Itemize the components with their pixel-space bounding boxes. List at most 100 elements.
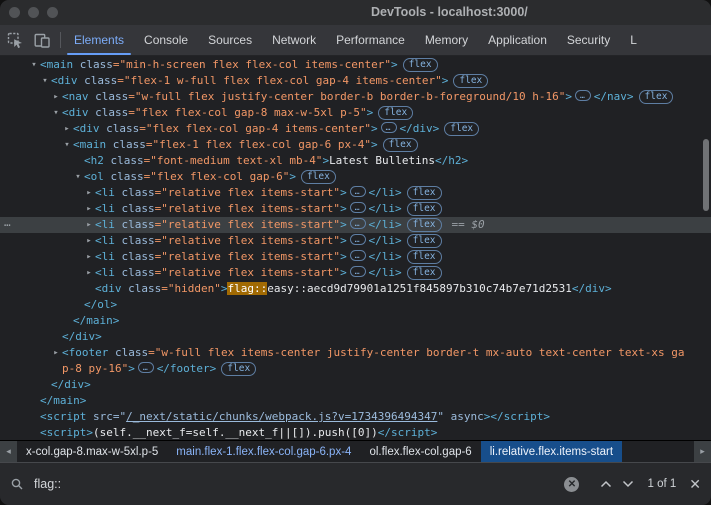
flex-badge[interactable]: flex xyxy=(382,138,418,152)
dom-token-tag: <li xyxy=(95,186,115,199)
dom-tree-row[interactable]: <script>(self.__next_f=self.__next_f||[]… xyxy=(0,425,711,440)
next-match-button[interactable] xyxy=(617,475,639,493)
inline-expand-button[interactable]: … xyxy=(349,250,366,261)
breadcrumb-item[interactable]: ol.flex.flex-col.gap-6 xyxy=(360,441,480,462)
dom-tree-row[interactable]: ▸ <li class="relative flex items-start">…… xyxy=(0,265,711,281)
tab-l[interactable]: L xyxy=(620,25,647,55)
dom-token-val: ="min-h-screen flex flex-col items-cente… xyxy=(112,58,392,71)
breadcrumb-item[interactable]: main.flex-1.flex.flex-col.gap-6.px-4 xyxy=(167,441,360,462)
expand-arrow-icon[interactable]: ▸ xyxy=(84,217,94,233)
traffic-light-minimize[interactable] xyxy=(28,7,39,18)
tab-network[interactable]: Network xyxy=(262,25,326,55)
dom-token-val: ="flex-1 w-full flex flex-col gap-4 item… xyxy=(117,74,442,87)
dom-tree-row[interactable]: <div class="hidden">flag::easy::aecd9d79… xyxy=(0,281,711,297)
dom-tree-row[interactable]: </div> xyxy=(0,377,711,393)
collapse-arrow-icon[interactable]: ▾ xyxy=(73,169,83,185)
tab-memory[interactable]: Memory xyxy=(415,25,478,55)
tab-performance[interactable]: Performance xyxy=(326,25,415,55)
dom-tree-row[interactable]: </main> xyxy=(0,313,711,329)
dom-tree-row[interactable]: ▾ <div class="flex-1 w-full flex flex-col… xyxy=(0,73,711,89)
inline-expand-button[interactable]: … xyxy=(349,218,366,229)
tab-application[interactable]: Application xyxy=(478,25,557,55)
dom-token-tag: <nav xyxy=(62,90,89,103)
expand-arrow-icon[interactable]: ▸ xyxy=(84,233,94,249)
close-search-icon[interactable]: ✕ xyxy=(689,477,701,491)
dom-tree-row[interactable]: ▸ <footer class="w-full flex items-center… xyxy=(0,345,711,377)
dom-token-link[interactable]: /_next/static/chunks/webpack.js?v=173439… xyxy=(126,410,437,423)
dom-tree-row[interactable]: ▾ <main class="min-h-screen flex flex-col… xyxy=(0,57,711,73)
expand-arrow-icon[interactable]: ▸ xyxy=(84,201,94,217)
dom-tree-row[interactable]: </div> xyxy=(0,329,711,345)
flex-badge[interactable]: flex xyxy=(406,186,442,200)
expand-arrow-icon[interactable]: ▸ xyxy=(51,345,61,361)
expand-arrow-icon[interactable]: ▸ xyxy=(84,249,94,265)
dom-token-tag: > xyxy=(128,362,135,375)
breadcrumb-item[interactable]: x-col.gap-8.max-w-5xl.p-5 xyxy=(17,441,167,462)
flex-badge[interactable]: flex xyxy=(402,58,438,72)
vertical-scrollbar[interactable] xyxy=(703,139,709,211)
flex-badge[interactable]: flex xyxy=(406,266,442,280)
dom-token-attr: class xyxy=(114,218,155,231)
dom-tree-row[interactable]: … ▸ <li class="relative flex items-start">… xyxy=(0,215,711,233)
device-toolbar-icon[interactable] xyxy=(32,30,52,50)
dom-tree-row[interactable]: </ol> xyxy=(0,297,711,313)
dom-tree-row[interactable]: ▾ <div class="flex flex-col gap-8 max-w-5… xyxy=(0,105,711,121)
previous-match-button[interactable] xyxy=(595,475,617,493)
traffic-light-zoom[interactable] xyxy=(47,7,58,18)
dom-tree-row[interactable]: <script src="/_next/static/chunks/webpac… xyxy=(0,409,711,425)
traffic-light-close[interactable] xyxy=(9,7,20,18)
dom-tree-row[interactable]: ▸ <li class="relative flex items-start">…… xyxy=(0,201,711,217)
search-input[interactable] xyxy=(32,476,565,492)
inline-expand-button[interactable]: … xyxy=(349,202,366,213)
flex-badge[interactable]: flex xyxy=(444,122,480,136)
dom-tree-row[interactable]: ▸ <li class="relative flex items-start">…… xyxy=(0,185,711,201)
breadcrumb-item[interactable]: li.relative.flex.items-start xyxy=(480,441,623,462)
breadcrumb-scroll-right-button[interactable]: ▸ xyxy=(694,441,711,462)
dom-token-attr: class xyxy=(103,154,144,167)
expand-arrow-icon[interactable]: ▸ xyxy=(62,121,72,137)
breadcrumb-scroll-left-button[interactable]: ◂ xyxy=(0,441,17,462)
dom-token-tag: > xyxy=(371,122,378,135)
collapse-arrow-icon[interactable]: ▾ xyxy=(29,57,39,73)
flex-badge[interactable]: flex xyxy=(406,218,442,232)
tab-sources[interactable]: Sources xyxy=(198,25,262,55)
dom-tree-row[interactable]: ▾ <ol class="flex flex-col gap-6"> flex xyxy=(0,169,711,185)
inline-expand-button[interactable]: … xyxy=(137,362,154,373)
tab-elements[interactable]: Elements xyxy=(64,25,134,55)
expand-arrow-icon[interactable]: ▸ xyxy=(84,265,94,281)
clear-search-icon[interactable]: ✕ xyxy=(564,476,580,492)
inline-expand-button[interactable]: … xyxy=(349,186,366,197)
dom-tree-row[interactable]: ▸ <li class="relative flex items-start">…… xyxy=(0,249,711,265)
dom-token-tag: <div xyxy=(95,282,122,295)
collapse-arrow-icon[interactable]: ▾ xyxy=(51,105,61,121)
expand-arrow-icon[interactable]: ▸ xyxy=(84,185,94,201)
flex-badge[interactable]: flex xyxy=(453,74,489,88)
flex-badge[interactable]: flex xyxy=(638,90,674,104)
tab-security[interactable]: Security xyxy=(557,25,620,55)
flex-badge[interactable]: flex xyxy=(406,250,442,264)
inspect-element-icon[interactable] xyxy=(5,30,25,50)
flex-badge[interactable]: flex xyxy=(221,362,257,376)
inline-expand-button[interactable]: … xyxy=(349,266,366,277)
flex-badge[interactable]: flex xyxy=(378,106,414,120)
dom-tree-row[interactable]: <h2 class="font-medium text-xl mb-4">Lat… xyxy=(0,153,711,169)
inline-expand-button[interactable]: … xyxy=(349,234,366,245)
inline-expand-button[interactable]: … xyxy=(380,122,397,133)
flex-badge[interactable]: flex xyxy=(300,170,336,184)
tab-console[interactable]: Console xyxy=(134,25,198,55)
dom-token-tag: <div xyxy=(51,74,78,87)
flex-badge[interactable]: flex xyxy=(406,202,442,216)
dom-token-hl: flag:: xyxy=(227,282,268,295)
expand-arrow-icon[interactable]: ▸ xyxy=(51,89,61,105)
flex-badge[interactable]: flex xyxy=(406,234,442,248)
collapse-arrow-icon[interactable]: ▾ xyxy=(62,137,72,153)
dom-tree-row[interactable]: ▾ <main class="flex-1 flex flex-col gap-6… xyxy=(0,137,711,153)
dom-tree-row[interactable]: ▸ <div class="flex flex-col gap-4 items-c… xyxy=(0,121,711,137)
dom-tree-row[interactable]: ▸ <nav class="w-full flex justify-center … xyxy=(0,89,711,105)
dom-tree-row[interactable]: </main> xyxy=(0,393,711,409)
collapse-arrow-icon[interactable]: ▾ xyxy=(40,73,50,89)
dom-tree-row[interactable]: ▸ <li class="relative flex items-start">…… xyxy=(0,233,711,249)
inline-expand-button[interactable]: … xyxy=(574,90,591,101)
devtools-toolbar: Elements Console Sources Network Performance… xyxy=(0,25,711,56)
row-menu-dots-icon[interactable]: … xyxy=(4,215,12,231)
